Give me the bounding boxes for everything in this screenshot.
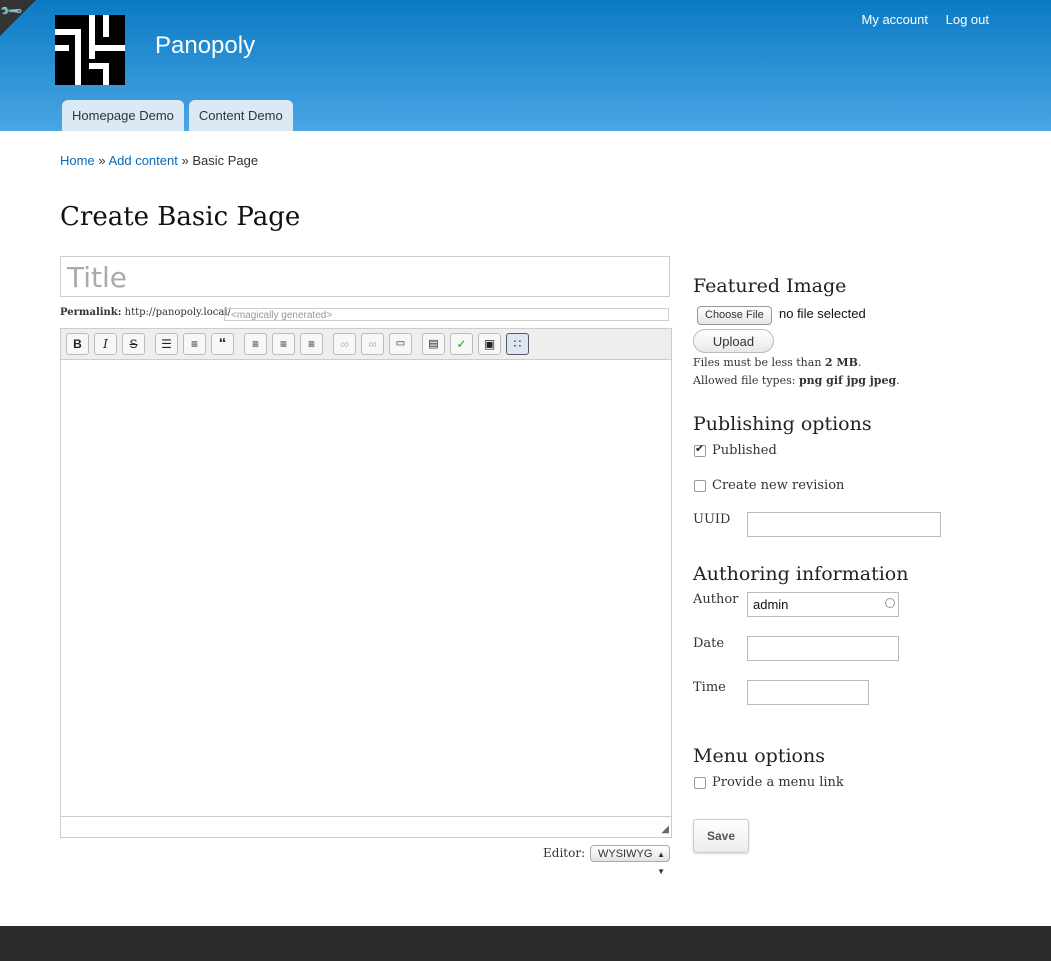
bulleted-list-icon[interactable]: ☰: [155, 333, 178, 355]
menu-options-heading: Menu options: [693, 745, 825, 767]
align-right-icon[interactable]: ≡: [300, 333, 323, 355]
authoring-information-heading: Authoring information: [693, 563, 909, 585]
create-revision-checkbox[interactable]: [694, 480, 706, 492]
media-browser-icon[interactable]: ▤: [422, 333, 445, 355]
main-menu: Homepage Demo Content Demo: [62, 100, 298, 131]
published-checkbox[interactable]: [694, 442, 706, 457]
breadcrumb-add-content[interactable]: Add content: [108, 153, 177, 168]
autocomplete-icon: [885, 598, 895, 608]
author-input[interactable]: admin: [747, 592, 899, 617]
menu-link-label: Provide a menu link: [712, 775, 844, 790]
time-input[interactable]: [747, 680, 869, 705]
resize-handle-icon[interactable]: ◢: [661, 824, 669, 835]
site-name-link[interactable]: Panopoly: [155, 32, 255, 60]
toggle-toolbar-icon[interactable]: ∷: [506, 333, 529, 355]
permalink: Permalink: http://panopoly.local/: [60, 307, 231, 318]
date-label: Date: [693, 636, 725, 651]
date-input[interactable]: [747, 636, 899, 661]
editor-format-select[interactable]: WYSIWYG ▲ ▼: [590, 845, 670, 876]
tab-homepage-demo[interactable]: Homepage Demo: [62, 100, 184, 131]
upload-button[interactable]: Upload: [693, 329, 774, 353]
author-value: admin: [753, 597, 789, 612]
bold-icon[interactable]: B: [66, 333, 89, 355]
site-logo[interactable]: [55, 15, 125, 85]
permalink-input[interactable]: <magically generated>: [224, 308, 669, 321]
spellcheck-icon[interactable]: ✓: [450, 333, 473, 355]
save-button[interactable]: Save: [693, 819, 749, 853]
title-input[interactable]: Title: [60, 256, 670, 297]
insert-image-icon[interactable]: ▣: [478, 333, 501, 355]
body-editor: B I S ☰ ≡ “ ≡ ≡ ≡ ∞ ∞ ▭ ▤ ✓ ▣ ∷ ◢: [60, 328, 672, 838]
featured-image-heading: Featured Image: [693, 275, 847, 297]
editor-body[interactable]: [61, 360, 671, 817]
italic-icon[interactable]: I: [94, 333, 117, 355]
user-menu: My account Log out: [848, 12, 989, 27]
breadcrumb: Home » Add content » Basic Page: [60, 153, 258, 168]
file-status: no file selected: [779, 306, 866, 321]
numbered-list-icon[interactable]: ≡: [183, 333, 206, 355]
publishing-options-heading: Publishing options: [693, 413, 872, 435]
editor-label: Editor:: [543, 846, 586, 860]
breadcrumb-current: Basic Page: [192, 153, 259, 168]
admin-toolbar-toggle[interactable]: 🔧: [0, 0, 36, 36]
file-size-note: Files must be less than 2 MB.: [693, 356, 862, 369]
page-title: Create Basic Page: [60, 202, 301, 232]
editor-format-value: WYSIWYG: [598, 848, 653, 860]
editor-toolbar: B I S ☰ ≡ “ ≡ ≡ ≡ ∞ ∞ ▭ ▤ ✓ ▣ ∷: [61, 329, 671, 360]
published-label: Published: [712, 443, 777, 458]
strikethrough-icon[interactable]: S: [122, 333, 145, 355]
tab-content-demo[interactable]: Content Demo: [188, 100, 293, 131]
file-types-note: Allowed file types: png gif jpg jpeg.: [693, 374, 900, 387]
create-revision-label: Create new revision: [712, 478, 845, 493]
time-label: Time: [693, 680, 726, 695]
log-out-link[interactable]: Log out: [946, 12, 989, 27]
link-icon[interactable]: ∞: [333, 333, 356, 355]
author-label: Author: [693, 592, 739, 607]
my-account-link[interactable]: My account: [862, 12, 928, 27]
unlink-icon[interactable]: ∞: [361, 333, 384, 355]
align-left-icon[interactable]: ≡: [244, 333, 267, 355]
permalink-base: http://panopoly.local/: [124, 307, 231, 318]
menu-link-checkbox[interactable]: [694, 777, 706, 789]
uuid-label: UUID: [693, 512, 731, 527]
breadcrumb-separator: »: [181, 153, 189, 168]
teaser-break-icon[interactable]: ▭: [389, 333, 412, 355]
blockquote-icon[interactable]: “: [211, 333, 234, 355]
wrench-icon: 🔧: [0, 0, 25, 24]
select-arrows-icon: ▲ ▼: [657, 850, 665, 876]
site-footer: [0, 926, 1051, 961]
breadcrumb-home[interactable]: Home: [60, 153, 95, 168]
site-header: 🔧 Panopoly My account Log out Homepage D…: [0, 0, 1051, 131]
uuid-input[interactable]: [747, 512, 941, 537]
choose-file-button[interactable]: Choose File: [697, 306, 772, 325]
permalink-label: Permalink:: [60, 307, 122, 318]
breadcrumb-separator: »: [98, 153, 106, 168]
align-center-icon[interactable]: ≡: [272, 333, 295, 355]
